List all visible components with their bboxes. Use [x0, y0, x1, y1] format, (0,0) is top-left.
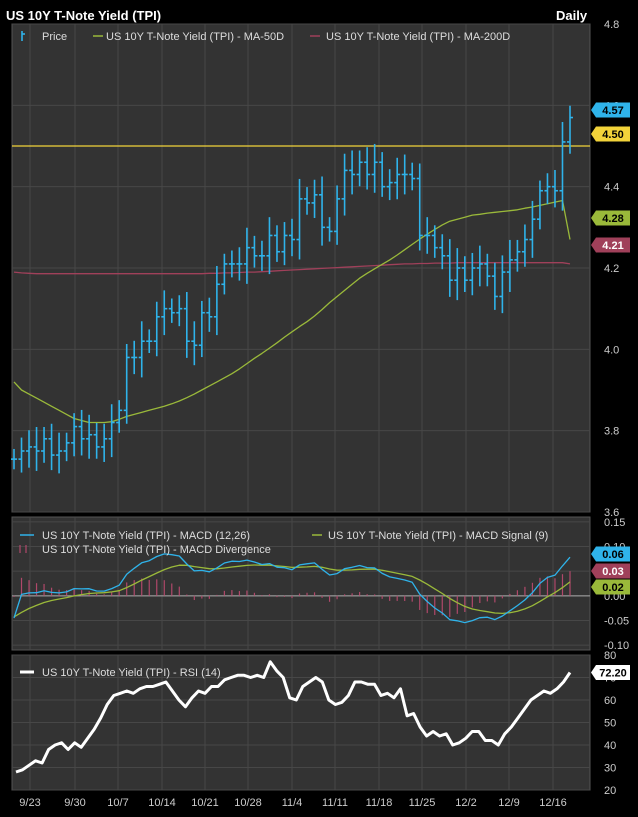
x-tick-label: 11/4: [282, 797, 303, 809]
macd-value-flag: 0.02: [602, 582, 623, 594]
x-tick-label: 11/18: [366, 797, 393, 809]
y-tick-label: 80: [604, 650, 616, 662]
y-tick-label: 4.2: [604, 263, 619, 275]
y-tick-label: 40: [604, 740, 616, 752]
price-value-flag: 4.57: [602, 105, 623, 117]
y-tick-label: 4.0: [604, 344, 619, 356]
legend-rsi-label: US 10Y T-Note Yield (TPI) - RSI (14): [42, 667, 221, 679]
y-tick-label: 3.8: [604, 426, 619, 438]
y-tick-label: 30: [604, 763, 616, 775]
y-tick-label: 4.8: [604, 19, 619, 31]
y-tick-label: 20: [604, 785, 616, 797]
x-tick-label: 9/23: [19, 797, 40, 809]
x-tick-label: 12/16: [539, 797, 567, 809]
y-tick-label: 50: [604, 718, 616, 730]
macd-value-flag: 0.03: [602, 566, 623, 578]
legend-divergence-label: US 10Y T-Note Yield (TPI) - MACD Diverge…: [42, 544, 271, 556]
x-tick-label: 12/2: [455, 797, 476, 809]
x-tick-label: 11/25: [409, 797, 436, 809]
legend-ma50-label: US 10Y T-Note Yield (TPI) - MA-50D: [106, 31, 284, 43]
x-tick-label: 11/11: [322, 797, 348, 809]
legend-macd-label: US 10Y T-Note Yield (TPI) - MACD (12,26): [42, 530, 250, 542]
price-value-flag: 4.21: [602, 240, 623, 252]
macd-value-flag: 0.06: [602, 549, 623, 561]
x-tick-label: 12/9: [498, 797, 519, 809]
legend-ma200-label: US 10Y T-Note Yield (TPI) - MA-200D: [326, 31, 510, 43]
y-tick-label: 4.4: [604, 182, 619, 194]
price-value-flag: 4.28: [602, 213, 623, 225]
x-tick-label: 10/28: [234, 797, 262, 809]
legend-price-label: Price: [42, 31, 67, 43]
y-tick-label: 60: [604, 695, 616, 707]
x-tick-label: 9/30: [64, 797, 85, 809]
chart-page: US 10Y T-Note Yield (TPI) Daily 3.6 3.8 4.…: [0, 0, 638, 817]
chart-svg: 3.63.84.04.24.44.64.8PriceUS 10Y T-Note …: [11, 19, 630, 809]
x-tick-label: 10/7: [107, 797, 128, 809]
price-value-flag: 4.50: [602, 129, 623, 141]
legend-signal-label: US 10Y T-Note Yield (TPI) - MACD Signal …: [328, 530, 548, 542]
rsi-value-flag: 72.20: [599, 668, 627, 680]
x-tick-label: 10/21: [191, 797, 219, 809]
y-tick-label: 0.15: [604, 517, 625, 529]
x-tick-label: 10/14: [148, 797, 176, 809]
y-tick-label: -0.05: [604, 615, 629, 627]
